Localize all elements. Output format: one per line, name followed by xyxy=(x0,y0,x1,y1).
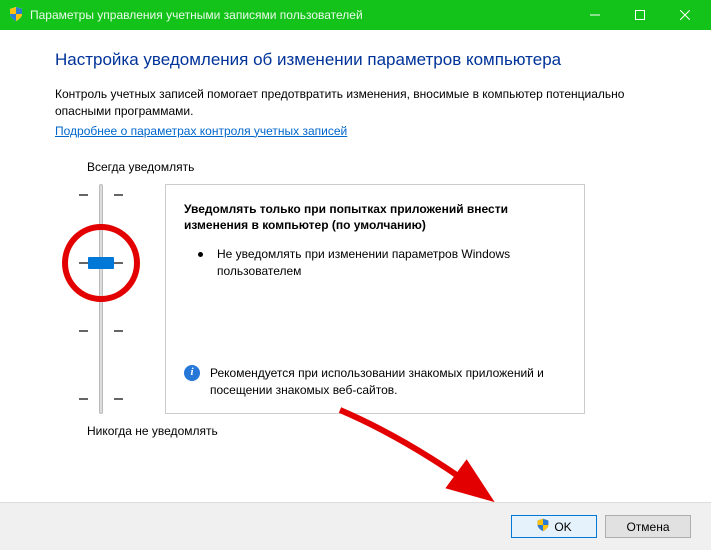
level-recommendation: i Рекомендуется при использовании знаком… xyxy=(184,365,566,399)
level-description-box: Уведомлять только при попытках приложени… xyxy=(165,184,585,414)
uac-shield-icon xyxy=(536,518,550,535)
cancel-button[interactable]: Отмена xyxy=(605,515,691,538)
dialog-footer: OK Отмена xyxy=(0,502,711,550)
titlebar: Параметры управления учетными записями п… xyxy=(0,0,711,30)
level-recommendation-text: Рекомендуется при использовании знакомых… xyxy=(210,365,566,399)
ok-button-label: OK xyxy=(554,520,571,534)
level-title: Уведомлять только при попытках приложени… xyxy=(184,201,566,235)
window-controls xyxy=(572,0,707,30)
notification-slider[interactable] xyxy=(55,184,145,414)
level-bullet: Не уведомлять при изменении параметров W… xyxy=(198,246,566,280)
window-title: Параметры управления учетными записями п… xyxy=(30,8,572,22)
bullet-icon xyxy=(198,252,203,257)
close-button[interactable] xyxy=(662,0,707,30)
slider-area: Всегда уведомлять Уведомлять только при … xyxy=(55,160,671,438)
slider-track xyxy=(99,184,103,414)
uac-shield-icon xyxy=(8,6,24,25)
level-bullet-text: Не уведомлять при изменении параметров W… xyxy=(217,246,566,280)
main-content: Настройка уведомления об изменении парам… xyxy=(0,30,711,438)
slider-thumb[interactable] xyxy=(88,257,114,269)
minimize-button[interactable] xyxy=(572,0,617,30)
learn-more-link[interactable]: Подробнее о параметрах контроля учетных … xyxy=(55,124,347,138)
page-description: Контроль учетных записей помогает предот… xyxy=(55,86,671,120)
ok-button[interactable]: OK xyxy=(511,515,597,538)
slider-label-always: Всегда уведомлять xyxy=(87,160,671,174)
slider-label-never: Никогда не уведомлять xyxy=(87,424,671,438)
cancel-button-label: Отмена xyxy=(626,520,669,534)
page-heading: Настройка уведомления об изменении парам… xyxy=(55,50,671,70)
maximize-button[interactable] xyxy=(617,0,662,30)
info-icon: i xyxy=(184,365,200,381)
